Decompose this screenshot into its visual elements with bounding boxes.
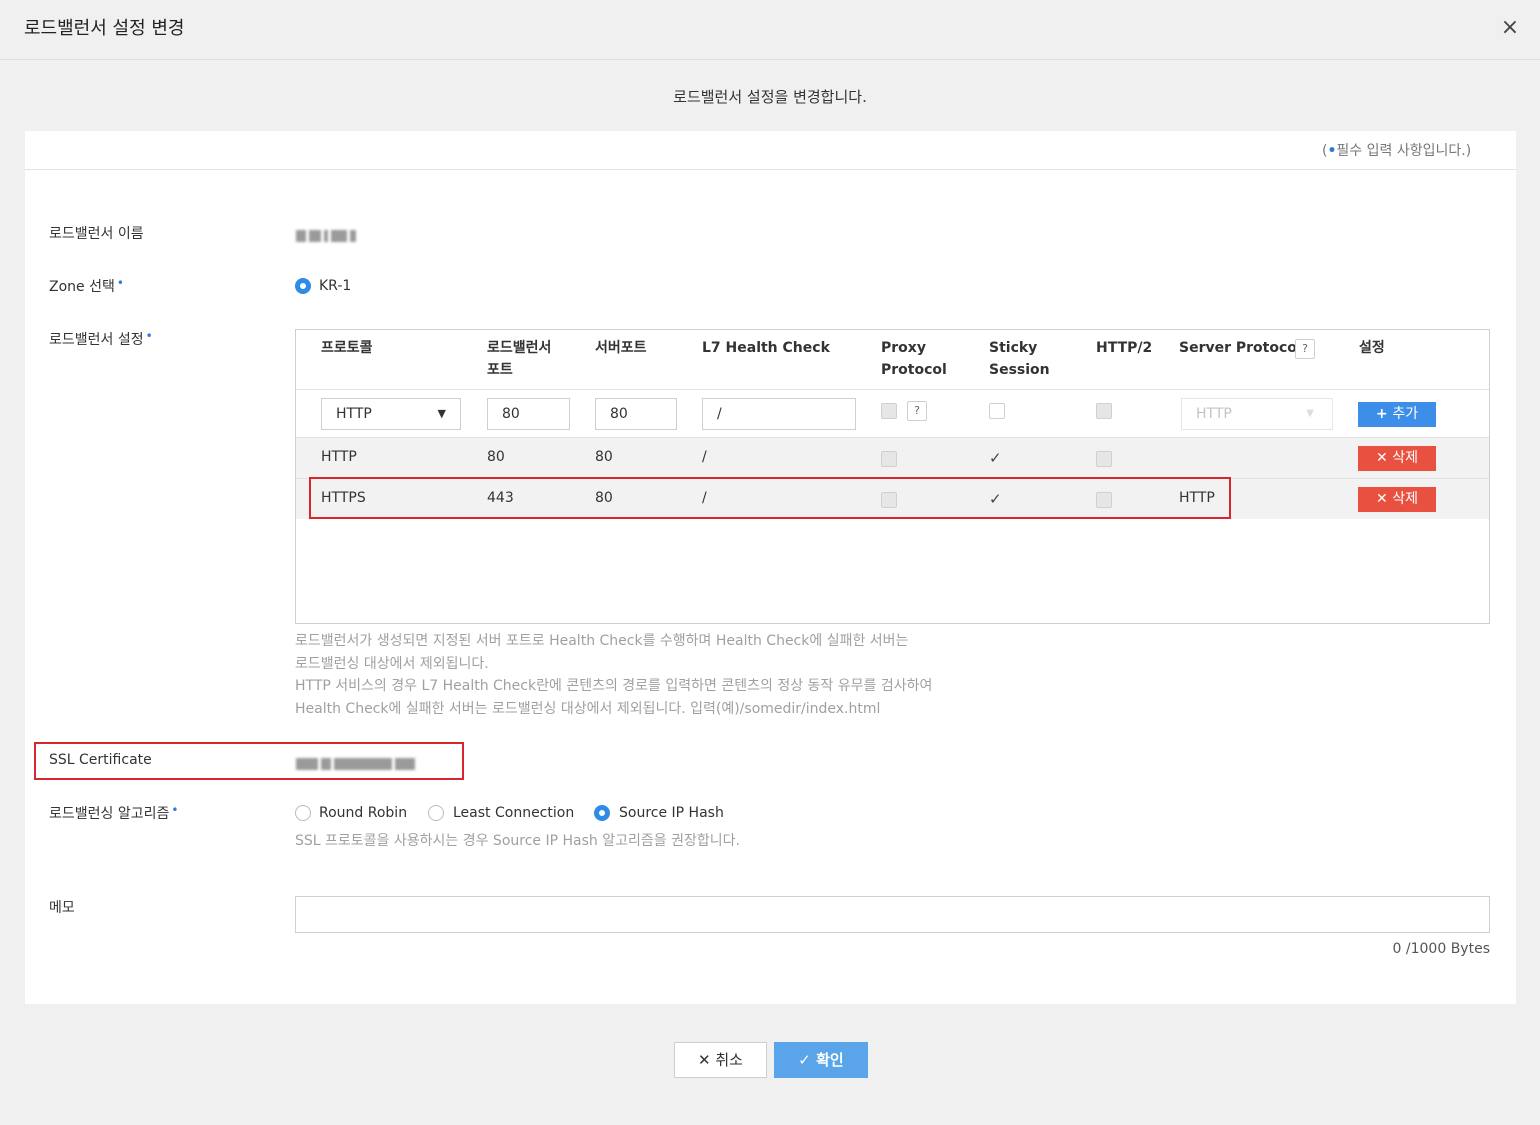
option-round-robin-label: Round Robin [319, 805, 408, 821]
l7-health-check-input[interactable]: / [702, 398, 856, 430]
zone-radio-kr1[interactable] [295, 278, 311, 298]
highlight-box-https-row [309, 477, 1231, 519]
radio-icon [428, 805, 444, 821]
delete-button[interactable]: ✕ 삭제 [1358, 487, 1436, 512]
panel-top-bar [25, 131, 1516, 170]
sticky-session-checkbox[interactable] [989, 403, 1005, 419]
http2-checkbox[interactable] [1096, 403, 1112, 419]
radio-round-robin[interactable] [295, 805, 311, 825]
delete-button[interactable]: ✕ 삭제 [1358, 446, 1436, 471]
memo-input[interactable] [295, 896, 1490, 933]
radio-icon [295, 278, 311, 294]
radio-icon [295, 805, 311, 821]
close-icon: ✕ [1376, 450, 1393, 466]
algorithm-hint: SSL 프로토콜을 사용하시는 경우 Source IP Hash 알고리즘을 … [295, 833, 740, 849]
ssl-value-redacted [296, 753, 446, 770]
health-check-hint: 로드밸런서가 생성되면 지정된 서버 포트로 Health Check를 수행하… [295, 633, 933, 717]
th-l7-health-check: L7 Health Check [702, 340, 830, 356]
caret-down-icon: ▼ [437, 407, 446, 420]
memo-label: 메모 [49, 900, 75, 916]
dialog-title: 로드밸런서 설정 변경 [24, 18, 185, 39]
th-lb-port: 로드밸런서 포트 [487, 340, 552, 378]
cell-protocol: HTTP [321, 449, 357, 465]
protocol-select[interactable]: HTTP ▼ [321, 398, 461, 430]
confirm-button[interactable]: ✓ 확인 [774, 1042, 868, 1078]
row-divider [296, 389, 1489, 390]
lb-port-input[interactable]: 80 [487, 398, 570, 430]
zone-label: Zone 선택 • [49, 276, 124, 295]
lb-name-value-redacted [296, 225, 376, 242]
plus-icon: + [1375, 406, 1393, 422]
th-server-port: 서버포트 [595, 340, 647, 356]
check-icon: ✓ [798, 1051, 817, 1069]
th-http2: HTTP/2 [1096, 340, 1153, 356]
close-icon[interactable]: × [1498, 16, 1522, 40]
required-note: (•필수 입력 사항입니다.) [1322, 143, 1472, 159]
cell-l7: / [702, 449, 707, 465]
option-least-connection-label: Least Connection [453, 805, 575, 821]
help-icon[interactable]: ? [1295, 339, 1315, 359]
lb-settings-label: 로드밸런서 설정 • [49, 329, 153, 348]
radio-source-ip-hash[interactable] [594, 805, 610, 825]
close-icon: ✕ [1376, 491, 1393, 507]
proxy-protocol-checkbox[interactable] [881, 403, 897, 419]
server-port-input[interactable]: 80 [595, 398, 677, 430]
dialog-header [0, 0, 1540, 60]
th-server-protocol: Server Protocol [1179, 340, 1302, 356]
radio-least-connection[interactable] [428, 805, 444, 825]
th-proxy-protocol: Proxy Protocol [881, 340, 947, 378]
http2-checkbox [1096, 451, 1112, 467]
algorithm-label: 로드밸런싱 알고리즘 • [49, 803, 179, 822]
cell-lb-port: 80 [487, 449, 505, 465]
close-icon: ✕ [698, 1051, 716, 1069]
zone-option-label: KR-1 [319, 278, 352, 294]
caret-down-icon: ▼ [1306, 408, 1314, 419]
th-settings: 설정 [1359, 340, 1385, 356]
ssl-label: SSL Certificate [49, 752, 152, 768]
cell-server-port: 80 [595, 449, 613, 465]
option-source-ip-hash-label: Source IP Hash [619, 805, 724, 821]
dialog-description: 로드밸런서 설정을 변경합니다. [673, 88, 867, 106]
memo-byte-count: 0 /1000 Bytes [1392, 941, 1490, 957]
server-protocol-select[interactable]: HTTP ▼ [1181, 398, 1333, 430]
help-icon[interactable]: ? [907, 401, 927, 421]
sticky-check-icon: ✓ [989, 449, 1002, 467]
proxy-protocol-checkbox [881, 451, 897, 467]
th-sticky-session: Sticky Session [989, 340, 1050, 378]
name-label: 로드밸런서 이름 [49, 226, 144, 242]
add-button[interactable]: + 추가 [1358, 402, 1436, 427]
radio-icon [594, 805, 610, 821]
th-protocol: 프로토콜 [321, 340, 373, 356]
cancel-button[interactable]: ✕ 취소 [674, 1042, 767, 1078]
